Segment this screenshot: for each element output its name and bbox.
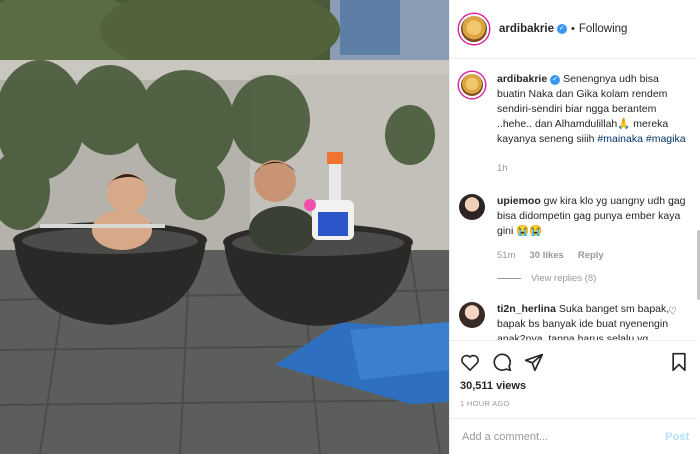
caption-username[interactable]: ardibakrie: [497, 73, 547, 85]
comment-heart-icon[interactable]: ♡: [668, 306, 677, 317]
comment-username[interactable]: upiemoo: [497, 195, 541, 207]
view-replies-label: View replies (8): [531, 273, 597, 284]
post-header: ardibakrie ✓ • Following: [450, 0, 700, 59]
comment-meta: 51m 30 likes Reply: [497, 248, 687, 263]
post-side-panel: ardibakrie ✓ • Following ardibakrie ✓ Sen…: [449, 0, 700, 454]
verified-icon: ✓: [556, 24, 567, 34]
commenter-avatar[interactable]: [459, 302, 485, 328]
comment-heart-icon[interactable]: ♡: [668, 198, 677, 209]
post-timestamp: 1 HOUR AGO: [460, 399, 510, 408]
comment-time: 51m: [497, 250, 516, 261]
comment-body: upiemoo gw kira klo yg uangny udh gag bi…: [497, 194, 687, 286]
view-replies-line: [497, 278, 521, 279]
hashtag-link[interactable]: #magika: [646, 133, 686, 145]
comment-username[interactable]: ti2n_herlina: [497, 303, 556, 315]
hashtag-link[interactable]: #mainaka: [597, 133, 643, 145]
comment-likes[interactable]: 30 likes: [529, 248, 563, 263]
caption-body: ardibakrie ✓ Senengnya udh bisa buatin Na…: [497, 72, 687, 176]
post-media[interactable]: [0, 0, 449, 454]
heart-icon[interactable]: [460, 353, 480, 371]
caption-time: 1h: [497, 163, 508, 174]
caption: ardibakrie ✓ Senengnya udh bisa buatin Na…: [459, 72, 687, 176]
author-username[interactable]: ardibakrie: [499, 23, 554, 35]
add-comment-bar: Post: [450, 418, 700, 454]
commenter-avatar[interactable]: [459, 194, 485, 220]
header-separator: •: [570, 23, 575, 35]
comment-item: ti2n_herlina Suka banget sm bapak, bapak…: [459, 302, 687, 340]
add-comment-input[interactable]: [462, 430, 642, 443]
comment-icon[interactable]: [492, 352, 512, 372]
post-comment-button[interactable]: Post: [665, 431, 689, 443]
bookmark-icon[interactable]: [671, 352, 687, 372]
comment-body: ti2n_herlina Suka banget sm bapak, bapak…: [497, 302, 687, 340]
share-icon[interactable]: [524, 352, 544, 372]
post-photo: [0, 0, 449, 454]
author-avatar[interactable]: [459, 14, 489, 44]
action-icons: [460, 347, 691, 377]
comments-list[interactable]: ardibakrie ✓ Senengnya udh bisa buatin Na…: [450, 60, 700, 340]
view-replies-button[interactable]: View replies (8): [497, 271, 687, 286]
caption-avatar[interactable]: [459, 72, 485, 98]
verified-icon: ✓: [550, 75, 561, 85]
post-actions: 30,511 views 1 HOUR AGO: [450, 340, 700, 408]
following-button[interactable]: Following: [579, 23, 628, 35]
comment-item: upiemoo gw kira klo yg uangny udh gag bi…: [459, 194, 687, 286]
views-count[interactable]: 30,511 views: [460, 380, 691, 392]
reply-button[interactable]: Reply: [578, 248, 604, 263]
